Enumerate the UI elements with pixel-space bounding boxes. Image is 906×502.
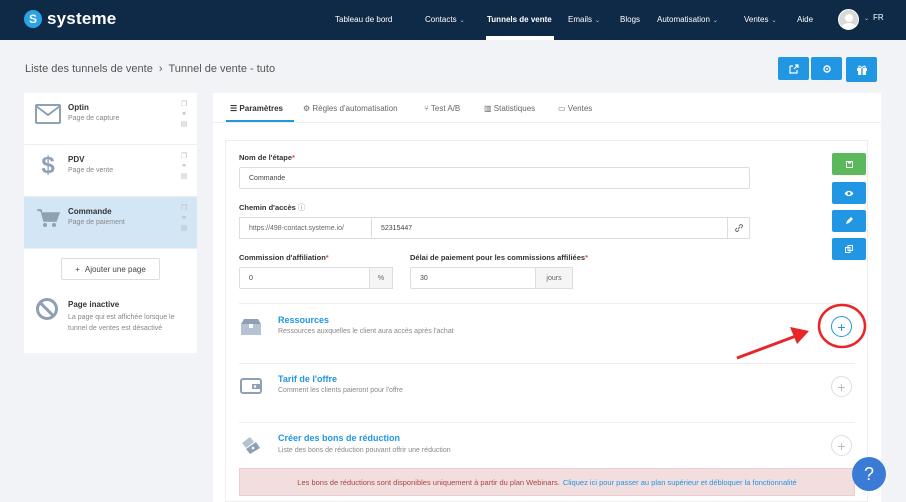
annotation-overlay (736, 303, 867, 360)
question-icon: ? (863, 463, 874, 484)
annotation-arrow-head (790, 327, 809, 344)
help-chat-button[interactable]: ? (852, 457, 886, 491)
annotation-arrow-line (736, 334, 797, 360)
highlight-circle (817, 303, 867, 349)
